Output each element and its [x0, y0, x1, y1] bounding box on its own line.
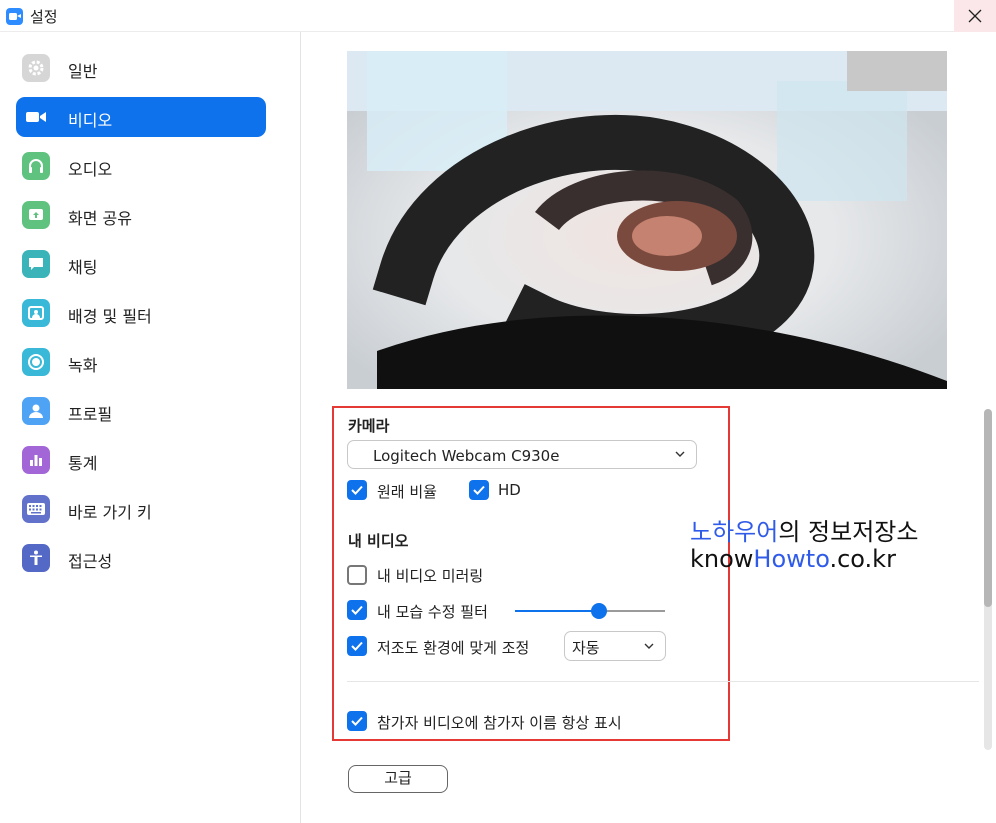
checkmark-icon	[351, 641, 363, 651]
sidebar-item-label: 접근성	[68, 552, 113, 571]
original-ratio-label: 원래 비율	[377, 483, 437, 501]
watermark-url-b: Howto	[753, 545, 830, 573]
profile-icon	[22, 397, 50, 425]
sidebar-item-label: 채팅	[68, 258, 98, 277]
settings-sidebar: 일반 비디오 오디오 화면 공유 채팅 배경 및 필터 녹화 프로필 통계 바로…	[0, 32, 301, 823]
chevron-down-icon	[644, 643, 654, 649]
sidebar-item-label: 녹화	[68, 356, 98, 375]
touch-up-checkbox[interactable]	[347, 600, 367, 620]
watermark-line2: knowHowto.co.kr	[690, 545, 896, 573]
chevron-down-icon	[675, 451, 685, 457]
sidebar-item-statistics[interactable]: 통계	[16, 440, 266, 480]
gear-icon	[22, 54, 50, 82]
scrollbar-track[interactable]	[984, 600, 992, 750]
low-light-label: 저조도 환경에 맞게 조정	[377, 639, 530, 657]
headphones-icon	[22, 152, 50, 180]
sidebar-item-share-screen[interactable]: 화면 공유	[16, 195, 266, 235]
show-names-checkbox[interactable]	[347, 711, 367, 731]
watermark-url-c: .co.kr	[829, 545, 896, 573]
close-button[interactable]	[954, 0, 996, 32]
sidebar-item-label: 화면 공유	[68, 209, 132, 228]
touch-up-slider[interactable]	[515, 603, 665, 619]
show-names-label: 참가자 비디오에 참가자 이름 항상 표시	[377, 714, 622, 732]
record-icon	[22, 348, 50, 376]
original-ratio-checkbox[interactable]	[347, 480, 367, 500]
sidebar-item-label: 일반	[68, 62, 98, 81]
sidebar-item-label: 비디오	[68, 111, 113, 130]
background-icon	[22, 299, 50, 327]
camera-select-value: Logitech Webcam C930e	[373, 447, 560, 465]
sidebar-item-recording[interactable]: 녹화	[16, 342, 266, 382]
low-light-mode-value: 자동	[572, 639, 600, 657]
hd-label: HD	[498, 481, 521, 499]
sidebar-item-audio[interactable]: 오디오	[16, 146, 266, 186]
checkmark-icon	[351, 716, 363, 726]
checkmark-icon	[351, 485, 363, 495]
title-bar: 설정	[0, 0, 996, 32]
hd-checkbox[interactable]	[469, 480, 489, 500]
sidebar-item-label: 배경 및 필터	[68, 307, 152, 326]
accessibility-icon	[22, 544, 50, 572]
sidebar-item-label: 바로 가기 키	[68, 503, 152, 522]
watermark-tagline: 의 정보저장소	[778, 518, 919, 546]
video-camera-icon	[22, 103, 50, 131]
camera-select[interactable]: Logitech Webcam C930e	[347, 440, 697, 469]
sidebar-item-label: 오디오	[68, 160, 113, 179]
mirror-video-checkbox[interactable]	[347, 565, 367, 585]
sidebar-item-chat[interactable]: 채팅	[16, 244, 266, 284]
watermark-line1: 노하우어의 정보저장소	[690, 512, 918, 547]
sidebar-item-general[interactable]: 일반	[16, 48, 266, 88]
scrollbar-thumb[interactable]	[984, 409, 992, 607]
sidebar-item-video[interactable]: 비디오	[16, 97, 266, 137]
slider-fill	[515, 610, 599, 612]
share-screen-icon	[22, 201, 50, 229]
sidebar-item-label: 프로필	[68, 405, 113, 424]
zoom-app-icon	[6, 8, 23, 25]
window-title: 설정	[30, 8, 58, 26]
low-light-mode-select[interactable]: 자동	[564, 631, 666, 661]
slider-thumb[interactable]	[591, 603, 607, 619]
camera-preview	[347, 51, 947, 389]
close-icon	[968, 9, 982, 23]
checkmark-icon	[351, 605, 363, 615]
touch-up-label: 내 모습 수정 필터	[377, 603, 488, 621]
checkmark-icon	[473, 485, 485, 495]
video-settings-panel: 카메라 Logitech Webcam C930e 원래 비율 HD 내 비디오…	[302, 32, 996, 823]
camera-section-title: 카메라	[348, 417, 390, 435]
low-light-checkbox[interactable]	[347, 636, 367, 656]
watermark-url-a: know	[690, 545, 754, 573]
sidebar-item-profile[interactable]: 프로필	[16, 391, 266, 431]
sidebar-item-shortcuts[interactable]: 바로 가기 키	[16, 489, 266, 529]
sidebar-item-label: 통계	[68, 454, 98, 473]
watermark-brand: 노하우어	[690, 518, 779, 546]
chat-bubble-icon	[22, 250, 50, 278]
sidebar-item-accessibility[interactable]: 접근성	[16, 538, 266, 578]
sidebar-item-background[interactable]: 배경 및 필터	[16, 293, 266, 333]
statistics-icon	[22, 446, 50, 474]
mirror-video-label: 내 비디오 미러링	[377, 567, 484, 585]
section-divider	[347, 681, 979, 682]
keyboard-icon	[22, 495, 50, 523]
advanced-button[interactable]: 고급	[348, 765, 448, 793]
my-video-section-title: 내 비디오	[348, 532, 409, 550]
